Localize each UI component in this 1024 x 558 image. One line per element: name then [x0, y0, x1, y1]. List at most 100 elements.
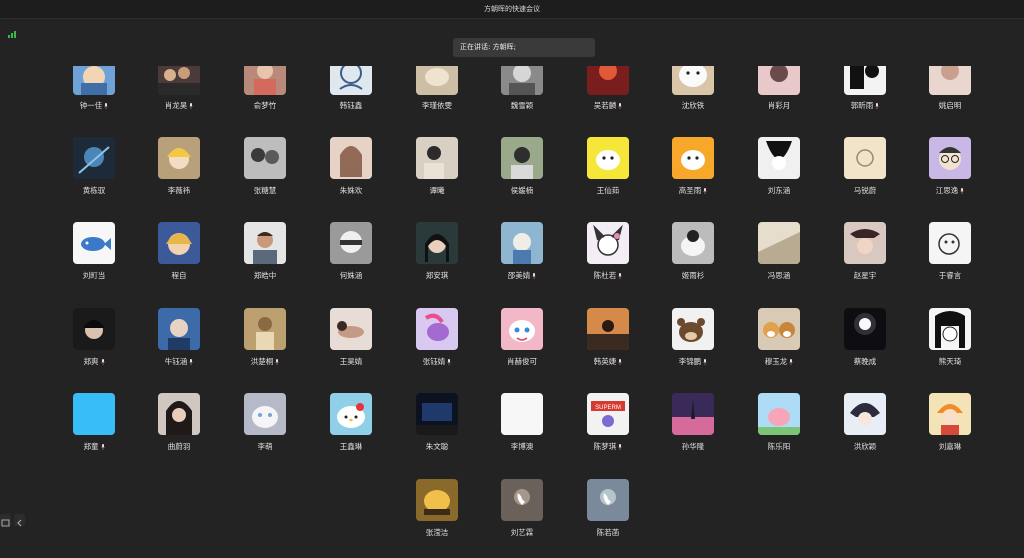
participant-tile[interactable]: 刘町当	[64, 222, 124, 294]
participant-tile[interactable]: 姬雨杉	[663, 222, 723, 294]
participant-tile[interactable]: 张滢洁	[407, 479, 467, 551]
participant-tile[interactable]: 高圣雨	[663, 137, 723, 209]
mic-active-icon	[789, 358, 794, 365]
participant-grid: 钟一佳 肖龙昊 俞梦竹 韩钰鑫 李瑾依雯 魏雪颖 吴若麟 沈欣铁 肖彩月 郭昕雨 姚启明 黄栋驭 李薇祎…	[0, 0, 1024, 558]
participant-tile[interactable]: 孙华隆	[663, 393, 723, 465]
participant-name-text: 邵美婧	[507, 271, 531, 280]
participant-tile[interactable]: 郑皓中	[235, 222, 295, 294]
participant-tile[interactable]: 穆玉龙	[749, 308, 809, 380]
participant-avatar	[73, 66, 115, 95]
participant-tile[interactable]: 程自	[149, 222, 209, 294]
participant-tile[interactable]: 郭昕雨	[835, 66, 895, 138]
participant-tile[interactable]: 蔡晚成	[835, 308, 895, 380]
participant-tile[interactable]: 邵美婧	[492, 222, 552, 294]
participant-tile[interactable]: 陈若菡	[578, 479, 638, 551]
participant-tile[interactable]: 陈乐阳	[749, 393, 809, 465]
participant-tile[interactable]: 李博澳	[492, 393, 552, 465]
participant-avatar	[244, 222, 286, 264]
participant-tile[interactable]: 张钰婧	[407, 308, 467, 380]
participant-tile[interactable]: 郑爽	[64, 308, 124, 380]
participant-tile[interactable]: 肖龙昊	[149, 66, 209, 138]
participant-name-text: 姬雨杉	[681, 271, 705, 280]
participant-avatar	[587, 137, 629, 179]
participant-name-text: 穆玉龙	[764, 357, 788, 366]
grid-view-icon[interactable]	[0, 514, 11, 527]
participant-tile[interactable]: 黄栋驭	[64, 137, 124, 209]
mic-active-icon	[875, 102, 880, 109]
participant-name-text: 曲蔚羽	[167, 442, 191, 451]
participant-tile[interactable]: 韩英婕	[578, 308, 638, 380]
participant-tile[interactable]: 于睿言	[920, 222, 980, 294]
participant-name: 陈杜若	[568, 270, 648, 281]
participant-tile[interactable]: 郑安琪	[407, 222, 467, 294]
participant-tile[interactable]: 侯媛楠	[492, 137, 552, 209]
participant-tile[interactable]: 肖赫俊可	[492, 308, 552, 380]
participant-tile[interactable]: 朱文聪	[407, 393, 467, 465]
participant-tile[interactable]: 马锐蔚	[835, 137, 895, 209]
participant-tile[interactable]: 魏雪颖	[492, 66, 552, 138]
mic-active-icon	[618, 272, 623, 279]
participant-name-text: 高圣雨	[678, 186, 702, 195]
participant-tile[interactable]: 李萌	[235, 393, 295, 465]
participant-avatar	[244, 66, 286, 95]
participant-name-text: 孙华隆	[681, 442, 705, 451]
participant-tile[interactable]: 谭曦	[407, 137, 467, 209]
participant-name: 姚启明	[910, 100, 990, 111]
participant-tile[interactable]: 姚启明	[920, 66, 980, 138]
mic-active-icon	[618, 443, 623, 450]
participant-tile[interactable]: 刘嘉琳	[920, 393, 980, 465]
participant-tile[interactable]: 王仙茹	[578, 137, 638, 209]
participant-tile[interactable]: 洪欣颖	[835, 393, 895, 465]
participant-name-text: 钟一佳	[79, 101, 103, 110]
participant-name-text: 肖彩月	[767, 101, 791, 110]
participant-name: 黄栋驭	[54, 185, 134, 196]
participant-tile[interactable]: 刘艺霖	[492, 479, 552, 551]
participant-name: 冯思涵	[739, 270, 819, 281]
participant-name-text: 谭曦	[429, 186, 445, 195]
participant-name: 刘东涵	[739, 185, 819, 196]
participant-name-text: 洪欣颖	[853, 442, 877, 451]
participant-tile[interactable]: 洪楚桐	[235, 308, 295, 380]
participant-tile[interactable]: 王昊婧	[321, 308, 381, 380]
participant-tile[interactable]: 江思逸	[920, 137, 980, 209]
participant-tile[interactable]: 朱姝欢	[321, 137, 381, 209]
participant-name-text: 黄栋驭	[82, 186, 106, 195]
participant-avatar	[330, 308, 372, 350]
participant-name: 郭昕雨	[825, 100, 905, 111]
collapse-left-icon[interactable]	[14, 514, 25, 527]
participant-avatar	[73, 137, 115, 179]
participant-tile[interactable]: 王鑫琳	[321, 393, 381, 465]
participant-tile[interactable]: 郑童	[64, 393, 124, 465]
participant-avatar	[501, 66, 543, 95]
participant-name: 俞梦竹	[225, 100, 305, 111]
participant-tile[interactable]: 李薇祎	[149, 137, 209, 209]
participant-tile[interactable]: 何姝涵	[321, 222, 381, 294]
participant-tile[interactable]: 沈欣铁	[663, 66, 723, 138]
participant-tile[interactable]: 刘东涵	[749, 137, 809, 209]
participant-tile[interactable]: 韩钰鑫	[321, 66, 381, 138]
participant-name: 李博澳	[482, 441, 562, 452]
participant-tile[interactable]: 赵星宇	[835, 222, 895, 294]
participant-tile[interactable]: 李瑾依雯	[407, 66, 467, 138]
participant-tile[interactable]: 李锦鹏	[663, 308, 723, 380]
participant-avatar	[501, 479, 543, 521]
participant-tile[interactable]: 俞梦竹	[235, 66, 295, 138]
participant-tile[interactable]: 牛钰涵	[149, 308, 209, 380]
participant-tile[interactable]: 熊天琦	[920, 308, 980, 380]
participant-avatar	[587, 222, 629, 264]
participant-tile[interactable]: 钟一佳	[64, 66, 124, 138]
participant-tile[interactable]: 张糖慧	[235, 137, 295, 209]
participant-avatar	[758, 308, 800, 350]
participant-avatar	[501, 308, 543, 350]
participant-name-text: 于睿言	[938, 271, 962, 280]
participant-tile[interactable]: 陈杜若	[578, 222, 638, 294]
participant-tile[interactable]: SUPERM 陈梦琪	[578, 393, 638, 465]
participant-name-text: 朱姝欢	[339, 186, 363, 195]
participant-name-text: 陈梦琪	[593, 442, 617, 451]
participant-avatar	[844, 308, 886, 350]
participant-tile[interactable]: 肖彩月	[749, 66, 809, 138]
participant-name-text: 姚启明	[938, 101, 962, 110]
participant-tile[interactable]: 曲蔚羽	[149, 393, 209, 465]
participant-tile[interactable]: 吴若麟	[578, 66, 638, 138]
participant-tile[interactable]: 冯思涵	[749, 222, 809, 294]
